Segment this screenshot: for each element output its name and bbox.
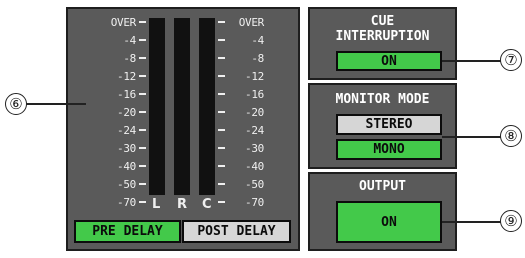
callout-6-line xyxy=(22,103,86,105)
callout-7-line xyxy=(442,60,502,62)
scale-label: -50 xyxy=(117,178,136,191)
scale-label: -70 xyxy=(117,196,136,209)
post-delay-button[interactable]: POST DELAY xyxy=(182,220,291,243)
scale-label: -20 xyxy=(245,106,264,119)
callout-6: ⑥ xyxy=(5,93,27,115)
scale-label: -24 xyxy=(245,124,264,137)
callout-9: ⑨ xyxy=(500,210,522,232)
scale-label: -24 xyxy=(117,124,136,137)
channel-label-r: R xyxy=(177,197,188,212)
scale-label: -16 xyxy=(245,88,264,101)
stereo-button[interactable]: STEREO xyxy=(336,114,442,135)
meter-bar-c xyxy=(199,18,215,195)
callout-8: ⑧ xyxy=(500,125,522,147)
scale-label: -8 xyxy=(251,52,264,65)
channel-label-l: L xyxy=(152,197,161,212)
pre-delay-button[interactable]: PRE DELAY xyxy=(74,220,181,243)
callout-9-line xyxy=(442,221,502,223)
scale-label: -30 xyxy=(117,142,136,155)
scale-label: -16 xyxy=(117,88,136,101)
cue-interruption-on-button[interactable]: ON xyxy=(336,51,442,71)
scale-label: -12 xyxy=(117,70,136,83)
mono-button[interactable]: MONO xyxy=(336,139,442,160)
scale-label: -4 xyxy=(123,34,136,47)
callout-8-line xyxy=(442,136,502,138)
scale-label: -12 xyxy=(245,70,264,83)
meter-bar-l xyxy=(149,18,165,195)
channel-label-c: C xyxy=(202,197,212,212)
scale-label: -8 xyxy=(123,52,136,65)
scale-label: OVER xyxy=(110,16,137,29)
output-on-button[interactable]: ON xyxy=(336,201,442,243)
monitor-mode-title: MONITOR MODE xyxy=(335,92,430,107)
scale-label: -40 xyxy=(245,160,264,173)
scale-label: -40 xyxy=(117,160,136,173)
scale-label: -4 xyxy=(251,34,264,47)
output-title: OUTPUT xyxy=(359,179,406,194)
scale-label: -50 xyxy=(245,178,264,191)
meter-bar-r xyxy=(174,18,190,195)
scale-label: -70 xyxy=(245,196,264,209)
scale-label: OVER xyxy=(238,16,265,29)
scale-label: -30 xyxy=(245,142,264,155)
callout-7: ⑦ xyxy=(500,49,522,71)
cue-interruption-title: CUE INTERRUPTION xyxy=(335,14,430,44)
scale-label: -20 xyxy=(117,106,136,119)
